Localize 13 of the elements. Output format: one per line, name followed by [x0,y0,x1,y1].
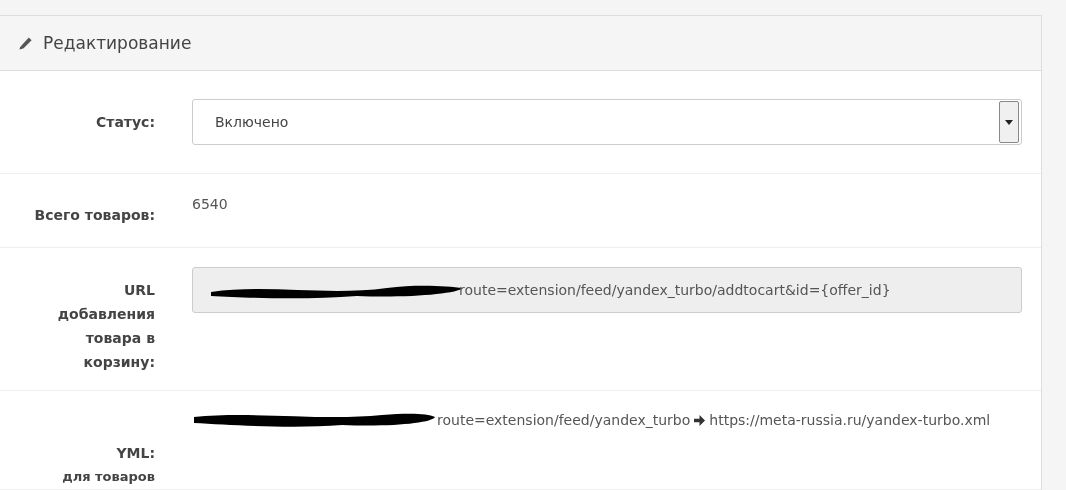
field-label: Всего товаров: [34,206,155,225]
feed-url: https://meta-russia.ru/yandex-turbo.xml [709,412,991,428]
arrow-right-icon [694,415,706,426]
field-label: URL добавления товара в корзину: [56,281,155,372]
panel-title: Редактирование [43,33,192,53]
total-value: 6540 [192,196,228,212]
field-sublabel: для товаров [62,468,155,486]
status-select[interactable]: Включено [192,99,1022,145]
pencil-icon [18,35,33,51]
field-label: YML: [116,444,155,463]
caret-icon [1005,119,1013,125]
feed-route: route=extension/feed/yandex_turbo [437,412,691,428]
field-label: Статус: [96,113,155,132]
